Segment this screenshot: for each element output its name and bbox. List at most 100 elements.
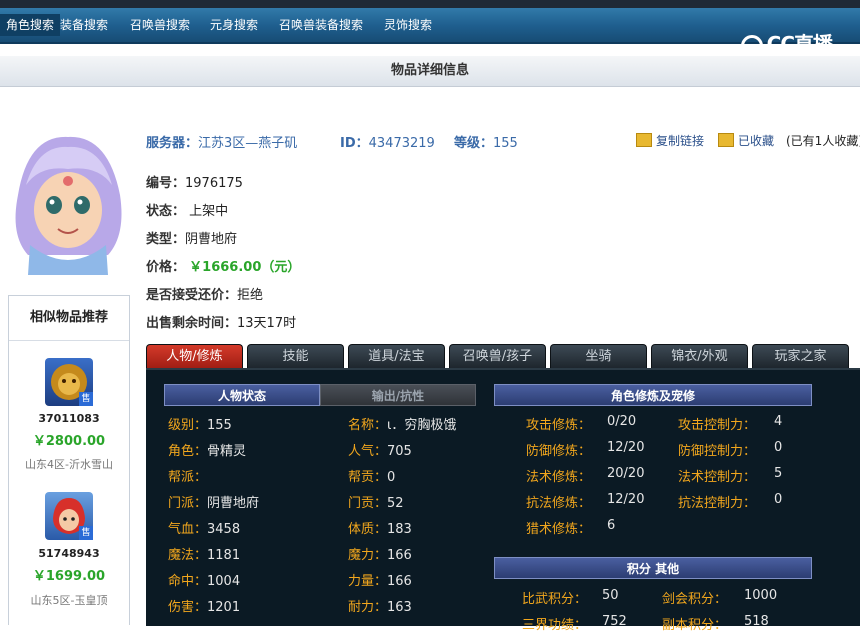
similar-item-thumb-1[interactable]: 售 (45, 358, 93, 406)
item-status-label: 状态： (146, 204, 186, 219)
stat-key: 防御控制力： (678, 444, 757, 459)
stat-row: 名称：ι．穷胸极饿 (348, 414, 456, 433)
tab-output-resistance[interactable]: 输出/抗性 (320, 384, 476, 406)
stat-key: 攻击控制力： (678, 418, 757, 433)
stat-value: 52 (387, 496, 404, 511)
top-strip (0, 0, 860, 8)
cultivation-header: 角色修炼及宠修 (494, 384, 812, 406)
stat-value: ι．穷胸极饿 (387, 418, 457, 433)
stat-value: 166 (387, 574, 412, 589)
item-type-label: 类型： (146, 232, 186, 247)
stat-row: 魔力：166 (348, 544, 412, 563)
time-remaining: 出售剩余时间：13天17时 (146, 312, 296, 331)
stat-row: 伤害：1201 (168, 596, 240, 615)
server-label: 服务器： (146, 136, 199, 151)
score-value: 518 (744, 614, 769, 629)
stat-key: 人气： (348, 444, 388, 459)
item-status: 状态： 上架中 (146, 200, 228, 219)
stat-row: 防御控制力： 0 (678, 440, 782, 459)
similar-item-price: ￥1699.00 (32, 569, 106, 584)
tab-mounts[interactable]: 坐骑 (550, 344, 647, 368)
stat-value: 155 (207, 418, 232, 433)
favorite-count: (已有1人收藏) (786, 134, 860, 148)
nav-equip-search[interactable]: 装备搜索 (50, 14, 118, 36)
stat-key: 防御修炼： (526, 444, 592, 459)
tab-pets[interactable]: 召唤兽/孩子 (449, 344, 546, 368)
stat-value: 0 (387, 470, 396, 485)
time-remaining-value: 13天17时 (237, 316, 297, 331)
similar-item-id[interactable]: 51748943 (9, 547, 129, 560)
tab-skills[interactable]: 技能 (247, 344, 344, 368)
stat-value: 4 (774, 414, 783, 429)
nav-body-search[interactable]: 元身搜索 (200, 14, 268, 36)
tab-items[interactable]: 道具/法宝 (348, 344, 445, 368)
stat-value: 12/20 (607, 492, 645, 507)
stat-key: 帮派： (168, 470, 208, 485)
stat-value: 183 (387, 522, 412, 537)
page-title: 物品详细信息 (0, 56, 860, 87)
stat-row: 抗法控制力： 0 (678, 492, 782, 511)
similar-item-thumb-2[interactable]: 售 (45, 492, 93, 540)
character-panel: 人物状态 输出/抗性 角色修炼及宠修 积分 其他 级别：155 角色：骨精灵 帮派：… (146, 368, 860, 633)
stat-key: 级别： (168, 418, 208, 433)
favorite-button[interactable]: 已收藏 (718, 132, 774, 149)
id-value: 43473219 (368, 136, 435, 151)
time-remaining-label: 出售剩余时间： (146, 316, 238, 331)
stat-key: 魔力： (348, 548, 388, 563)
copy-link-button[interactable]: 复制链接 (636, 132, 704, 149)
stat-key: 角色： (168, 444, 208, 459)
score-value: 1000 (744, 588, 778, 603)
stat-row: 帮派： (168, 466, 207, 485)
stat-value: 1004 (207, 574, 241, 589)
item-price-value: ￥1666.00（元） (189, 260, 301, 275)
character-avatar (8, 125, 128, 275)
level-label: 等级： (454, 136, 494, 151)
item-price-label: 价格： (146, 260, 186, 275)
nav-ornament-search[interactable]: 灵饰搜索 (374, 14, 442, 36)
counter-offer-label: 是否接受还价： (146, 288, 238, 303)
stat-row: 猎术修炼： 6 (526, 518, 615, 537)
stat-row: 防御修炼： 12/20 (526, 440, 644, 459)
stat-value: 20/20 (607, 466, 645, 481)
item-type-value: 阴曹地府 (185, 232, 238, 247)
item-number-label: 编号： (146, 176, 186, 191)
score-key: 比武积分： (522, 592, 588, 607)
stat-row: 法术修炼： 20/20 (526, 466, 644, 485)
stat-value: 0 (774, 492, 783, 507)
nav-pet-equip-search[interactable]: 召唤兽装备搜索 (269, 14, 373, 36)
id-label: ID： (340, 136, 369, 151)
tab-outfits[interactable]: 锦衣/外观 (651, 344, 748, 368)
tab-character-cultivation[interactable]: 人物/修炼 (146, 344, 243, 368)
score-row: 比武积分： 50 (522, 588, 619, 607)
stat-key: 名称： (348, 418, 388, 433)
stat-key: 猎术修炼： (526, 522, 592, 537)
stat-key: 帮贡： (348, 470, 388, 485)
sale-badge: 售 (79, 526, 93, 540)
stat-key: 耐力： (348, 600, 388, 615)
stat-row: 耐力：163 (348, 596, 412, 615)
stat-value: 166 (387, 548, 412, 563)
server-value: 江苏3区—燕子矶 (198, 136, 298, 151)
level-info: 等级：155 (454, 132, 518, 151)
item-price: 价格： ￥1666.00（元） (146, 256, 300, 275)
similar-item-id[interactable]: 37011083 (9, 412, 129, 425)
stat-value: 1181 (207, 548, 241, 563)
stat-key: 抗法修炼： (526, 496, 592, 511)
stat-key: 法术控制力： (678, 470, 757, 485)
stat-value: 1201 (207, 600, 241, 615)
stat-value: 163 (387, 600, 412, 615)
top-nav: 角色搜索 装备搜索 召唤兽搜索 元身搜索 召唤兽装备搜索 灵饰搜索 CC直播 (0, 0, 860, 57)
similar-item-location: 山东4区-沂水雪山 (25, 458, 113, 471)
stat-row: 气血：3458 (168, 518, 240, 537)
nav-pet-search[interactable]: 召唤兽搜索 (120, 14, 200, 36)
tab-character-status[interactable]: 人物状态 (164, 384, 320, 406)
stat-row: 体质：183 (348, 518, 412, 537)
sale-badge: 售 (79, 392, 93, 406)
stat-key: 门派： (168, 496, 208, 511)
stat-key: 法术修炼： (526, 470, 592, 485)
stat-key: 力量： (348, 574, 388, 589)
stat-key: 体质： (348, 522, 388, 537)
tab-player-home[interactable]: 玩家之家 (752, 344, 849, 368)
stat-row: 门贡：52 (348, 492, 404, 511)
stat-key: 伤害： (168, 600, 208, 615)
